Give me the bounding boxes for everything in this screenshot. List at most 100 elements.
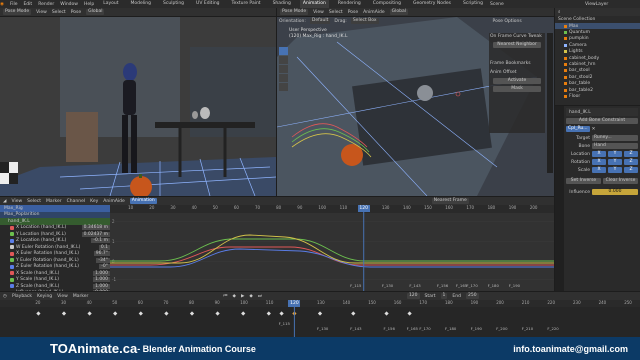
graph-select-menu[interactable]: Select: [27, 199, 41, 204]
marker-label[interactable]: F_170: [466, 283, 477, 288]
select-menu-right[interactable]: Select: [329, 10, 343, 15]
blender-logo-icon[interactable]: ◉: [0, 2, 4, 7]
channel-value[interactable]: 0.000: [93, 290, 110, 291]
channel-value[interactable]: 0.34618 m: [81, 225, 110, 231]
playback-menu[interactable]: Playback: [12, 294, 32, 299]
timeline-marker-label[interactable]: F_210: [522, 326, 533, 331]
channel-color-icon[interactable]: [10, 277, 14, 282]
keying-menu[interactable]: Keying: [37, 294, 52, 299]
pose-menu-right[interactable]: Pose: [348, 10, 358, 15]
timeline-view-menu[interactable]: View: [57, 294, 68, 299]
menu-file[interactable]: File: [10, 2, 18, 7]
channel-row[interactable]: X Location (hand_IK.L) 0.34618 m: [0, 225, 110, 232]
axis-toggle-y[interactable]: Y: [608, 159, 622, 165]
keyframe[interactable]: [351, 311, 356, 316]
axis-toggle-x[interactable]: X: [592, 159, 606, 165]
channel-value[interactable]: -34°: [96, 257, 110, 263]
marker-label[interactable]: F_156: [437, 283, 448, 288]
current-frame-indicator[interactable]: 120: [357, 205, 370, 212]
channel-color-icon[interactable]: [10, 245, 14, 250]
tab-modeling[interactable]: Modeling: [128, 0, 154, 8]
channel-value[interactable]: -0.1 m: [91, 238, 110, 244]
timeline-editor-icon[interactable]: ◷: [3, 294, 7, 299]
keyframe[interactable]: [164, 311, 169, 316]
keyframe[interactable]: [266, 311, 271, 316]
channel-row[interactable]: Z Location (hand_IK.L) -0.1 m: [0, 238, 110, 245]
view-menu-right[interactable]: View: [313, 10, 324, 15]
timeline-marker-label[interactable]: F_190: [471, 326, 482, 331]
clear-inverse-button[interactable]: Clear Inverse: [603, 178, 638, 184]
channel-value[interactable]: 0.02437 m: [81, 231, 110, 237]
axis-toggle-z[interactable]: Z: [624, 167, 638, 173]
timeline-marker-label[interactable]: F_143: [350, 326, 361, 331]
channel-color-icon[interactable]: [10, 271, 14, 276]
timeline-track[interactable]: 2030405060708090100110120130140150160170…: [0, 300, 640, 337]
anim-offset-panel[interactable]: Anim Offset: [489, 69, 545, 76]
timeline-marker-label[interactable]: F_130: [317, 326, 328, 331]
influence-slider[interactable]: 0.000: [592, 189, 638, 195]
pose-options-right[interactable]: Pose Options: [493, 19, 522, 24]
timeline-marker-label[interactable]: F_200: [496, 326, 507, 331]
animaide-menu[interactable]: AnimAide: [363, 10, 385, 15]
tab-animation[interactable]: Animation: [299, 0, 329, 8]
timeline-marker-menu[interactable]: Marker: [73, 294, 89, 299]
axis-toggle-x[interactable]: X: [592, 167, 606, 173]
constraint-name[interactable]: Cpl_Ru...: [566, 126, 590, 132]
set-inverse-button[interactable]: Set Inverse: [566, 178, 601, 184]
graph-area[interactable]: 1020304050607080901001101201301401501601…: [110, 205, 554, 291]
marker-label[interactable]: F_115: [350, 283, 361, 288]
transform-orientation-right[interactable]: Global: [389, 9, 409, 15]
channel-color-icon[interactable]: [10, 232, 14, 237]
keyframe[interactable]: [279, 311, 284, 316]
tab-geometry-nodes[interactable]: Geometry Nodes: [410, 0, 454, 8]
timeline-marker-label[interactable]: F_115: [279, 321, 290, 326]
timeline-marker-label[interactable]: F_180: [445, 326, 456, 331]
properties-tabs[interactable]: [555, 106, 564, 291]
axis-toggle-x[interactable]: X: [592, 151, 606, 157]
marker-label[interactable]: F_190: [509, 283, 520, 288]
marker-label[interactable]: F_143: [409, 283, 420, 288]
graph-key-menu[interactable]: Key: [90, 199, 98, 204]
left-3d-viewport[interactable]: Orientation: Default Drag: Select Box Po…: [0, 17, 276, 196]
start-frame-field[interactable]: 1: [440, 293, 448, 299]
scene-selector[interactable]: Scene: [490, 2, 504, 7]
bone-field[interactable]: Hand: [592, 143, 638, 149]
channel-value[interactable]: 1.000: [93, 277, 110, 283]
graph-mode[interactable]: Animation: [129, 198, 157, 204]
menu-render[interactable]: Render: [38, 2, 54, 7]
channel-value[interactable]: 1.000: [93, 270, 110, 276]
pose-menu[interactable]: Pose: [71, 10, 81, 15]
outliner-item[interactable]: Floor: [555, 93, 640, 99]
fcurve[interactable]: [110, 246, 554, 266]
cursor-tool-icon[interactable]: [279, 56, 288, 64]
keyframe[interactable]: [215, 311, 220, 316]
mode-dropdown-right[interactable]: Pose Mode: [280, 9, 309, 15]
channel-row[interactable]: Influence (hand_IK.L) 0.000: [0, 290, 110, 291]
timeline-marker-label[interactable]: F_170: [419, 326, 430, 331]
channel-row[interactable]: Y Location (hand_IK.L) 0.02437 m: [0, 231, 110, 238]
pivot-dropdown[interactable]: Nearest Frame: [431, 198, 469, 204]
frame-bookmarks-panel[interactable]: Frame Bookmarks: [489, 60, 545, 67]
channel-row[interactable]: Z Scale (hand_IK.L) 1.000: [0, 283, 110, 290]
keyframe[interactable]: [384, 311, 389, 316]
add-bone-constraint-button[interactable]: Add Bone Constraint: [566, 118, 638, 124]
view-menu[interactable]: View: [36, 10, 47, 15]
tab-sculpting[interactable]: Sculpting: [160, 0, 187, 8]
channel-value[interactable]: -0°: [99, 264, 110, 270]
end-frame-field[interactable]: 250: [465, 293, 479, 299]
keyframe[interactable]: [189, 311, 195, 316]
axis-toggle-z[interactable]: Z: [624, 151, 638, 157]
view-layer-selector[interactable]: ViewLayer: [585, 2, 608, 7]
mode-dropdown[interactable]: Pose Mode: [3, 9, 32, 15]
tab-texture-paint[interactable]: Texture Paint: [229, 0, 264, 8]
marker-label[interactable]: F_180: [488, 283, 499, 288]
next-key-icon[interactable]: ◆: [249, 294, 252, 299]
channel-row[interactable]: X Euler Rotation (hand_IK.L) 96.7°: [0, 251, 110, 258]
channel-value[interactable]: 1.000: [93, 283, 110, 289]
channel-color-icon[interactable]: [10, 225, 14, 230]
tab-uv-editing[interactable]: UV Editing: [193, 0, 222, 8]
play-icon[interactable]: ▶: [241, 294, 244, 299]
keyframe[interactable]: [241, 311, 246, 316]
neighbor-dropdown[interactable]: Nearest Neighbor: [493, 42, 541, 48]
orientation-dropdown-right[interactable]: Default: [309, 18, 331, 24]
